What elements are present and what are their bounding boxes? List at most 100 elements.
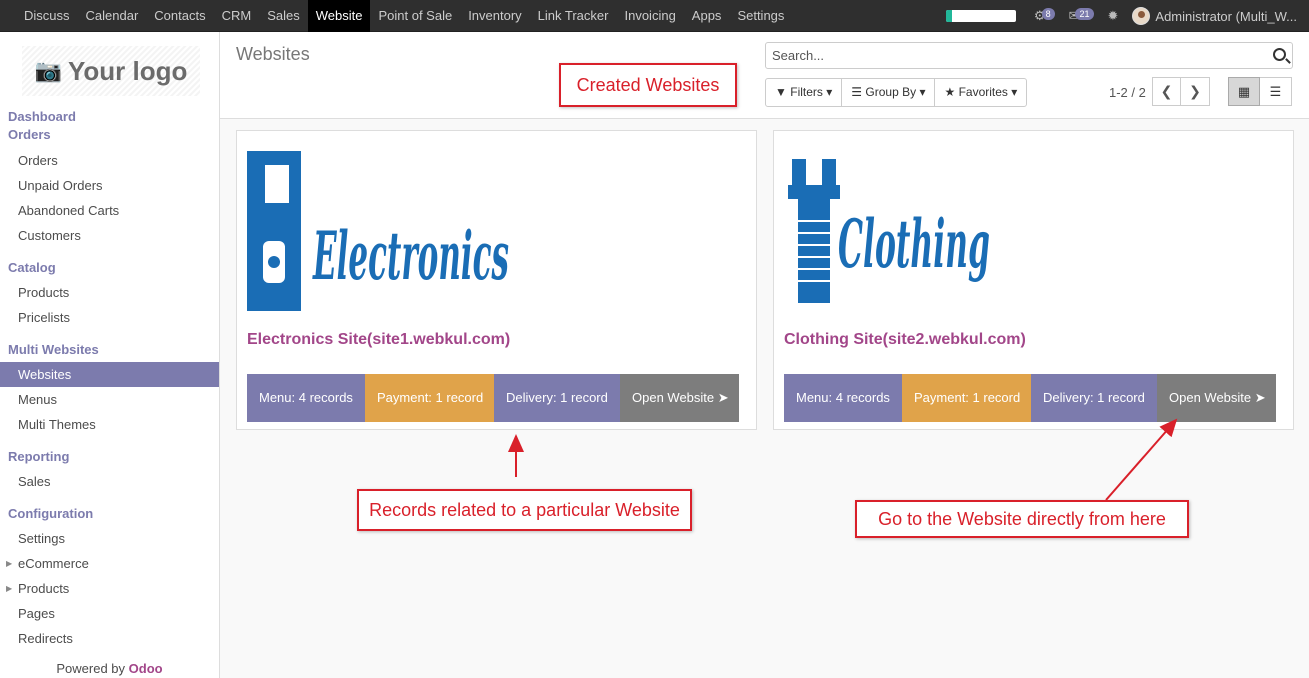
favorites-label: Favorites <box>958 85 1008 99</box>
website-card[interactable]: Clothing Clothing Site(site2.webkul.com)… <box>773 130 1294 430</box>
menu-contacts[interactable]: Contacts <box>146 0 213 32</box>
menu-apps[interactable]: Apps <box>684 0 730 32</box>
payment-records-button[interactable]: Payment: 1 record <box>902 374 1031 422</box>
company-logo[interactable]: 📷 Your logo <box>22 46 200 96</box>
delivery-records-button[interactable]: Delivery: 1 record <box>494 374 620 422</box>
caret-down-icon: ▾ <box>826 85 833 99</box>
app-menu: Discuss Calendar Contacts CRM Sales Webs… <box>16 0 792 32</box>
menu-website[interactable]: Website <box>307 0 371 32</box>
chat-count-badge: 8 <box>1041 8 1055 20</box>
sidebar-header-catalog[interactable]: Catalog <box>0 259 219 277</box>
menu-invoicing[interactable]: Invoicing <box>616 0 683 32</box>
list-view-button[interactable]: ☰ <box>1260 77 1292 106</box>
search-input[interactable]: Search... <box>765 42 1293 69</box>
pager-value[interactable]: 1-2 / 2 <box>1109 85 1146 100</box>
favorites-button[interactable]: ★ Favorites ▾ <box>935 79 1026 106</box>
filters-label: Filters <box>790 85 823 99</box>
caret-down-icon: ▾ <box>1011 85 1018 99</box>
open-website-arrow <box>1105 418 1178 501</box>
debug-button[interactable]: ✹ <box>1108 0 1119 32</box>
menu-calendar[interactable]: Calendar <box>78 0 147 32</box>
search-options: ▼ Filters ▾ ☰ Group By ▾ ★ Favorites ▾ <box>765 78 1028 107</box>
payment-records-button[interactable]: Payment: 1 record <box>365 374 494 422</box>
message-count-badge: 21 <box>1075 8 1094 20</box>
electronics-logo-image: Electronics <box>247 151 509 311</box>
chat-button[interactable]: ⚙ 8 <box>1034 0 1055 32</box>
view-switcher: ▦ ☰ <box>1228 77 1292 106</box>
caret-right-icon: ▶ <box>6 559 13 568</box>
sidebar-item-pages[interactable]: Pages <box>0 601 219 626</box>
caret-down-icon: ▾ <box>919 85 926 99</box>
website-card[interactable]: Electronics Electronics Site(site1.webku… <box>236 130 757 430</box>
menu-records-button[interactable]: Menu: 4 records <box>784 374 902 422</box>
menu-link-tracker[interactable]: Link Tracker <box>530 0 617 32</box>
sidebar-item-customers[interactable]: Customers <box>0 223 219 248</box>
sidebar-header-orders[interactable]: Orders <box>0 126 219 144</box>
logo-text: Your logo <box>68 55 188 86</box>
menu-settings[interactable]: Settings <box>729 0 792 32</box>
user-menu[interactable]: Administrator (Multi_W... <box>1132 7 1309 25</box>
menu-point-of-sale[interactable]: Point of Sale <box>370 0 460 32</box>
sidebar-item-websites[interactable]: Websites <box>0 362 219 387</box>
menu-records-button[interactable]: Menu: 4 records <box>247 374 365 422</box>
website-title[interactable]: Electronics Site(site1.webkul.com) <box>247 331 510 349</box>
website-title[interactable]: Clothing Site(site2.webkul.com) <box>784 331 1026 349</box>
clothing-logo-image: Clothing <box>788 159 990 303</box>
pager-next-button[interactable]: ❯ <box>1181 77 1210 106</box>
search-placeholder: Search... <box>772 48 825 63</box>
onboarding-progress-bar[interactable] <box>945 10 1016 22</box>
sidebar-item-settings[interactable]: Settings <box>0 526 219 551</box>
menu-crm[interactable]: CRM <box>214 0 260 32</box>
bug-icon: ✹ <box>1107 8 1119 23</box>
sidebar-item-pricelists[interactable]: Pricelists <box>0 305 219 330</box>
group-by-button[interactable]: ☰ Group By ▾ <box>842 79 936 106</box>
control-panel: Websites Search... ▼ Filters ▾ ☰ Group B… <box>220 32 1309 119</box>
sidebar-item-ecommerce[interactable]: ▶ eCommerce <box>0 551 219 576</box>
kanban-view-button[interactable]: ▦ <box>1228 77 1260 106</box>
website-stats-bar: Menu: 4 records Payment: 1 record Delive… <box>247 374 739 422</box>
sidebar-item-menus[interactable]: Menus <box>0 387 219 412</box>
powered-by-text: Powered by <box>56 661 126 676</box>
menu-inventory[interactable]: Inventory <box>460 0 529 32</box>
sidebar-item-sales[interactable]: Sales <box>0 469 219 494</box>
caret-right-icon: ▶ <box>6 584 13 593</box>
pager-buttons: ❮ ❯ <box>1152 77 1210 106</box>
sidebar-nav: Dashboard Orders Orders Unpaid Orders Ab… <box>0 108 219 651</box>
sidebar-item-products[interactable]: Products <box>0 280 219 305</box>
messages-button[interactable]: ✉ 21 <box>1069 0 1094 32</box>
sidebar: 📷 Your logo Dashboard Orders Orders Unpa… <box>0 32 220 678</box>
sidebar-item-redirects[interactable]: Redirects <box>0 626 219 651</box>
pager-previous-button[interactable]: ❮ <box>1152 77 1181 106</box>
delivery-records-button[interactable]: Delivery: 1 record <box>1031 374 1157 422</box>
open-website-label: Open Website <box>1169 390 1252 405</box>
sidebar-item-orders[interactable]: Orders <box>0 148 219 173</box>
sidebar-header-configuration[interactable]: Configuration <box>0 505 219 523</box>
menu-discuss[interactable]: Discuss <box>16 0 78 32</box>
sidebar-item-config-products[interactable]: ▶ Products <box>0 576 219 601</box>
sidebar-item-unpaid-orders[interactable]: Unpaid Orders <box>0 173 219 198</box>
star-icon: ★ <box>944 85 956 99</box>
list-icon: ☰ <box>1269 83 1282 99</box>
odoo-link[interactable]: Odoo <box>129 661 163 676</box>
clothing-logo-text: Clothing <box>838 205 990 283</box>
open-website-button[interactable]: Open Website ➤ <box>1157 374 1276 422</box>
filter-icon: ▼ <box>775 85 787 99</box>
progress-fill <box>945 10 952 22</box>
group-by-label: Group By <box>865 85 917 99</box>
filters-button[interactable]: ▼ Filters ▾ <box>766 79 843 106</box>
menu-sales[interactable]: Sales <box>259 0 308 32</box>
sidebar-header-dashboard[interactable]: Dashboard <box>0 108 219 126</box>
sidebar-header-multi-websites[interactable]: Multi Websites <box>0 341 219 359</box>
sidebar-item-multi-themes[interactable]: Multi Themes <box>0 412 219 437</box>
go-to-website-callout: Go to the Website directly from here <box>855 500 1189 538</box>
website-stats-bar: Menu: 4 records Payment: 1 record Delive… <box>784 374 1276 422</box>
user-name: Administrator (Multi_W... <box>1155 8 1297 24</box>
records-callout: Records related to a particular Website <box>357 489 692 531</box>
camera-icon: 📷 <box>34 58 62 83</box>
location-arrow-icon: ➤ <box>717 390 729 405</box>
sidebar-header-reporting[interactable]: Reporting <box>0 448 219 466</box>
search-icon[interactable] <box>1273 48 1286 61</box>
avatar <box>1132 7 1151 25</box>
sidebar-item-abandoned-carts[interactable]: Abandoned Carts <box>0 198 219 223</box>
open-website-button[interactable]: Open Website ➤ <box>620 374 739 422</box>
